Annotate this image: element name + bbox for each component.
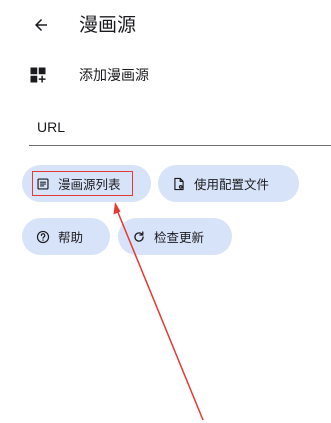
- help-circle-icon: [36, 230, 50, 244]
- url-field[interactable]: [29, 113, 331, 146]
- url-input[interactable]: [37, 119, 317, 135]
- back-button[interactable]: [28, 12, 54, 38]
- add-source-row[interactable]: 添加漫画源: [0, 60, 331, 92]
- help-label: 帮助: [58, 230, 84, 245]
- use-config-file-button[interactable]: 使用配置文件: [158, 165, 299, 202]
- dashboard-add-icon: [30, 67, 46, 83]
- app-bar: 漫画源: [0, 0, 331, 50]
- check-update-label: 检查更新: [154, 230, 205, 245]
- source-list-label: 漫画源列表: [58, 177, 121, 192]
- source-list-button[interactable]: 漫画源列表: [22, 165, 151, 202]
- add-source-label: 添加漫画源: [79, 68, 149, 84]
- article-icon: [36, 177, 50, 191]
- page: 漫画源 添加漫画源 漫画源列表: [0, 0, 331, 423]
- arrow-left-icon: [35, 19, 47, 31]
- check-update-button[interactable]: 检查更新: [118, 218, 232, 255]
- help-button[interactable]: 帮助: [22, 218, 110, 255]
- page-title: 漫画源: [79, 14, 137, 36]
- file-gear-icon: [172, 177, 186, 191]
- use-config-file-label: 使用配置文件: [194, 177, 270, 192]
- refresh-icon: [132, 230, 146, 244]
